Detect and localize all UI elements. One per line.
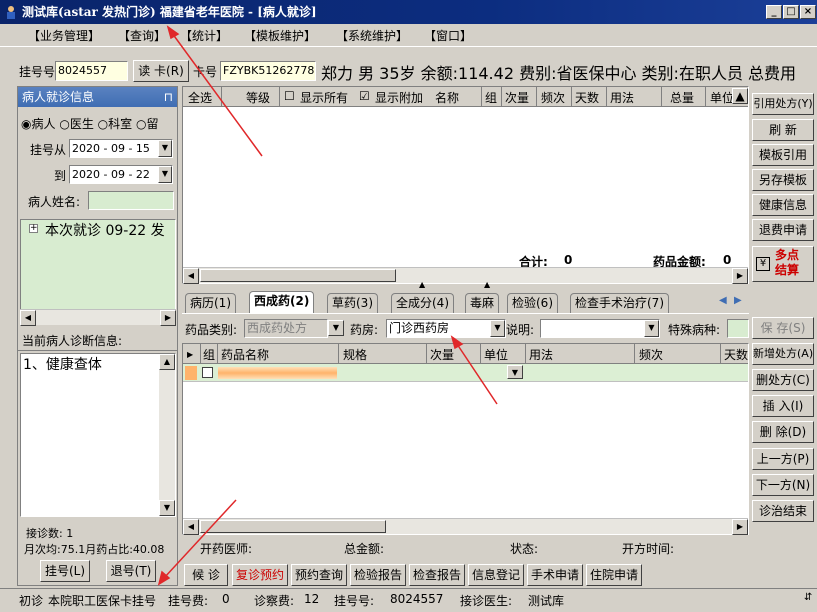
annotation-arrowhead-title <box>166 25 180 40</box>
annotation-arrowhead-pharmacy <box>450 335 464 350</box>
annotation-overlay <box>157 25 498 586</box>
annotation-arrow-status <box>163 499 237 579</box>
annotation-arrow-pharmacy <box>456 343 498 405</box>
annotation-arrow-title <box>171 32 263 157</box>
